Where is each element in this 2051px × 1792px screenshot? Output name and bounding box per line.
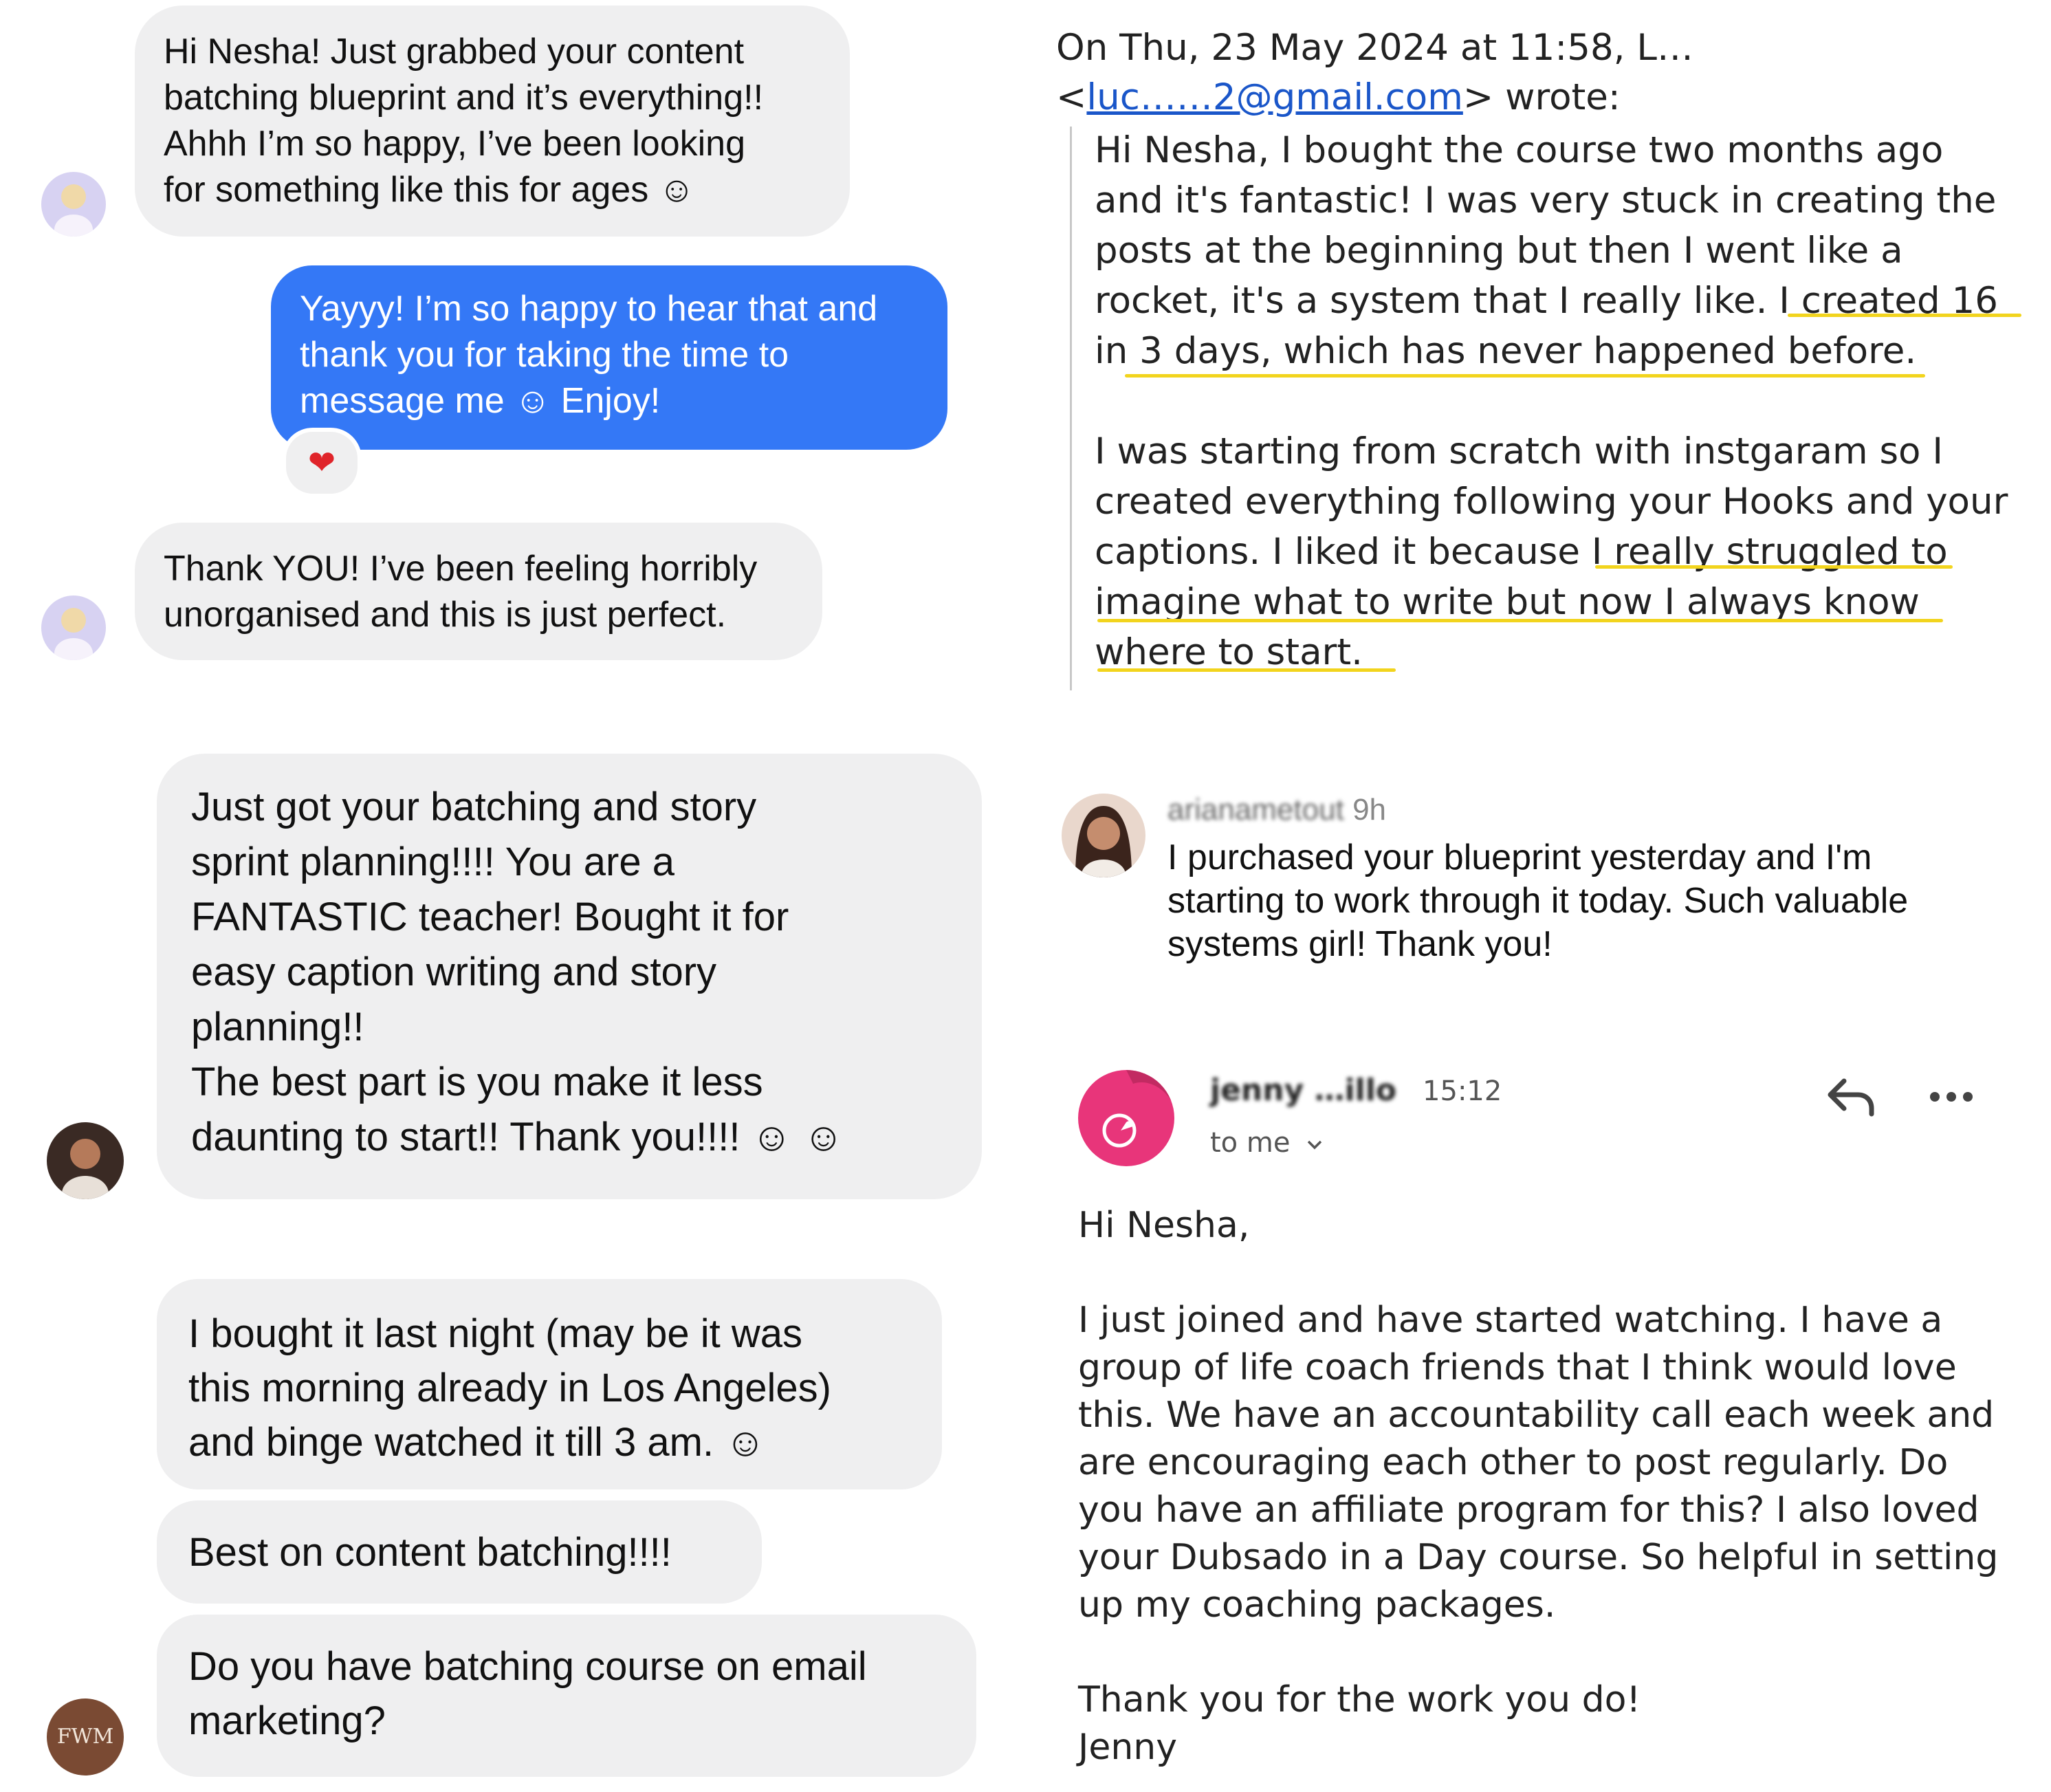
message-line: Do you have batching course on email — [188, 1644, 867, 1689]
message-line: The best part is you make it less — [191, 1060, 763, 1104]
message-line: I bought it last night (may be it was — [188, 1311, 802, 1356]
message-line: Hi Nesha! Just grabbed your content — [164, 32, 745, 72]
comment-line: starting to work through it today. Such … — [1167, 881, 1909, 921]
comment-line: systems girl! Thank you! — [1167, 924, 1553, 964]
brand-logo: FWM — [56, 1725, 114, 1749]
highlight-underline — [1097, 619, 1943, 622]
comment-body: I purchased your blueprint yesterday and… — [1167, 836, 1908, 966]
message-line: Yayyy! I’m so happy to hear that and — [300, 289, 878, 329]
email-line: I just joined and have started watching.… — [1078, 1300, 1943, 1341]
message-line: for something like this for ages ☺ — [164, 170, 695, 210]
avatar — [41, 172, 106, 237]
quote-date-line: On Thu, 23 May 2024 at 11:58, L… — [1056, 27, 1693, 69]
message-line: thank you for taking the time to — [300, 335, 789, 375]
email-line: this. We have an accountability call eac… — [1078, 1395, 1995, 1436]
email-line: group of life coach friends that I think… — [1078, 1347, 1957, 1388]
message-bubble-received: Thank YOU! I’ve been feeling horribly un… — [135, 523, 822, 660]
more-button[interactable] — [1925, 1083, 1980, 1111]
message-bubble-received: Hi Nesha! Just grabbed your content batc… — [135, 6, 850, 237]
comment-time: 9h — [1352, 793, 1387, 827]
message-line: FANTASTIC teacher! Bought it for — [191, 895, 789, 939]
avatar: FWM — [47, 1698, 124, 1775]
email-signature: Jenny — [1078, 1727, 1178, 1768]
quote-line: posts at the beginning but then I went l… — [1095, 230, 1903, 272]
message-line: Thank YOU! I’ve been feeling horribly — [164, 549, 758, 589]
message-bubble-received: Do you have batching course on email mar… — [157, 1615, 976, 1777]
comment-header: arianametout 9h — [1167, 789, 1386, 831]
message-line: this morning already in Los Angeles) — [188, 1366, 831, 1410]
message-line: daunting to start!! Thank you!!!! ☺ ☺ — [191, 1115, 844, 1159]
quote-sender-line: <luc……2@gmail.com> wrote: — [1056, 73, 1693, 122]
message-line: planning!! — [191, 1005, 364, 1049]
email-line: you have an affiliate program for this? … — [1078, 1489, 1979, 1531]
quote-line: and it's fantastic! I was very stuck in … — [1095, 179, 1997, 221]
more-options-icon — [1930, 1092, 1973, 1102]
email-greeting: Hi Nesha, — [1078, 1205, 1250, 1246]
recipient-dropdown[interactable]: to me — [1210, 1124, 1325, 1162]
message-line: easy caption writing and story — [191, 950, 717, 994]
message-line: Ahhh I’m so happy, I’ve been looking — [164, 124, 746, 164]
avatar — [47, 1122, 124, 1199]
comment-line: I purchased your blueprint yesterday and… — [1167, 838, 1872, 877]
heart-icon: ❤ — [307, 444, 336, 482]
wrote-label: > wrote: — [1462, 76, 1621, 118]
message-bubble-sent: Yayyy! I’m so happy to hear that and tha… — [271, 265, 947, 450]
message-line: sprint planning!!!! You are a — [191, 840, 674, 884]
message-line: marketing? — [188, 1698, 386, 1743]
message-line: Just got your batching and story — [191, 785, 757, 829]
sender-name[interactable]: jenny …illo — [1210, 1073, 1396, 1108]
quote-line: captions. I liked it because I really st… — [1095, 531, 1948, 573]
email-quote-header: On Thu, 23 May 2024 at 11:58, L… <luc……2… — [1056, 23, 1693, 122]
message-bubble-received: Best on content batching!!!! — [157, 1500, 762, 1604]
message-line: and binge watched it till 3 am. ☺ — [188, 1420, 766, 1465]
message-line: message me ☺ Enjoy! — [300, 381, 661, 421]
email-line: are encouraging each other to post regul… — [1078, 1442, 1949, 1483]
reply-button[interactable] — [1823, 1073, 1878, 1121]
quote-line: I was starting from scratch with instgar… — [1095, 430, 1943, 472]
highlight-underline — [1788, 314, 2021, 317]
highlight-underline — [1595, 565, 1953, 569]
to-me-label: to me — [1210, 1127, 1291, 1159]
quote-line: Hi Nesha, I bought the course two months… — [1095, 129, 1944, 171]
quote-line: in 3 days, which has never happened befo… — [1095, 330, 1917, 372]
email-thanks: Thank you for the work you do! — [1078, 1679, 1641, 1720]
chevron-down-icon — [1307, 1140, 1322, 1150]
quote-line: created everything following your Hooks … — [1095, 481, 2008, 523]
message-line: batching blueprint and it’s everything!! — [164, 78, 764, 118]
angle-bracket: < — [1056, 76, 1087, 118]
email-line: your Dubsado in a Day course. So helpful… — [1078, 1537, 1999, 1578]
avatar — [1078, 1070, 1174, 1166]
reply-icon — [1828, 1078, 1874, 1117]
quote-line: rocket, it's a system that I really like… — [1095, 280, 1998, 322]
email-line: up my coaching packages. — [1078, 1584, 1556, 1626]
quoted-email-body: Hi Nesha, I bought the course two months… — [1095, 125, 2008, 677]
email-sender-row: jenny …illo 15:12 — [1210, 1071, 1502, 1111]
quote-bar — [1070, 127, 1072, 690]
sender-email-link[interactable]: luc……2@gmail.com — [1086, 76, 1462, 118]
avatar — [1062, 794, 1145, 877]
message-line: unorganised and this is just perfect. — [164, 595, 727, 635]
message-line: Best on content batching!!!! — [188, 1530, 672, 1575]
highlight-underline — [1125, 374, 1925, 378]
highlight-underline — [1097, 668, 1396, 672]
message-bubble-received: I bought it last night (may be it was th… — [157, 1279, 942, 1489]
avatar — [41, 595, 106, 660]
email-body: Hi Nesha, I just joined and have started… — [1078, 1202, 1998, 1771]
message-bubble-received: Just got your batching and story sprint … — [157, 754, 982, 1199]
heart-reaction[interactable]: ❤ — [282, 428, 362, 498]
email-time: 15:12 — [1423, 1075, 1502, 1107]
comment-username[interactable]: arianametout — [1167, 793, 1344, 827]
